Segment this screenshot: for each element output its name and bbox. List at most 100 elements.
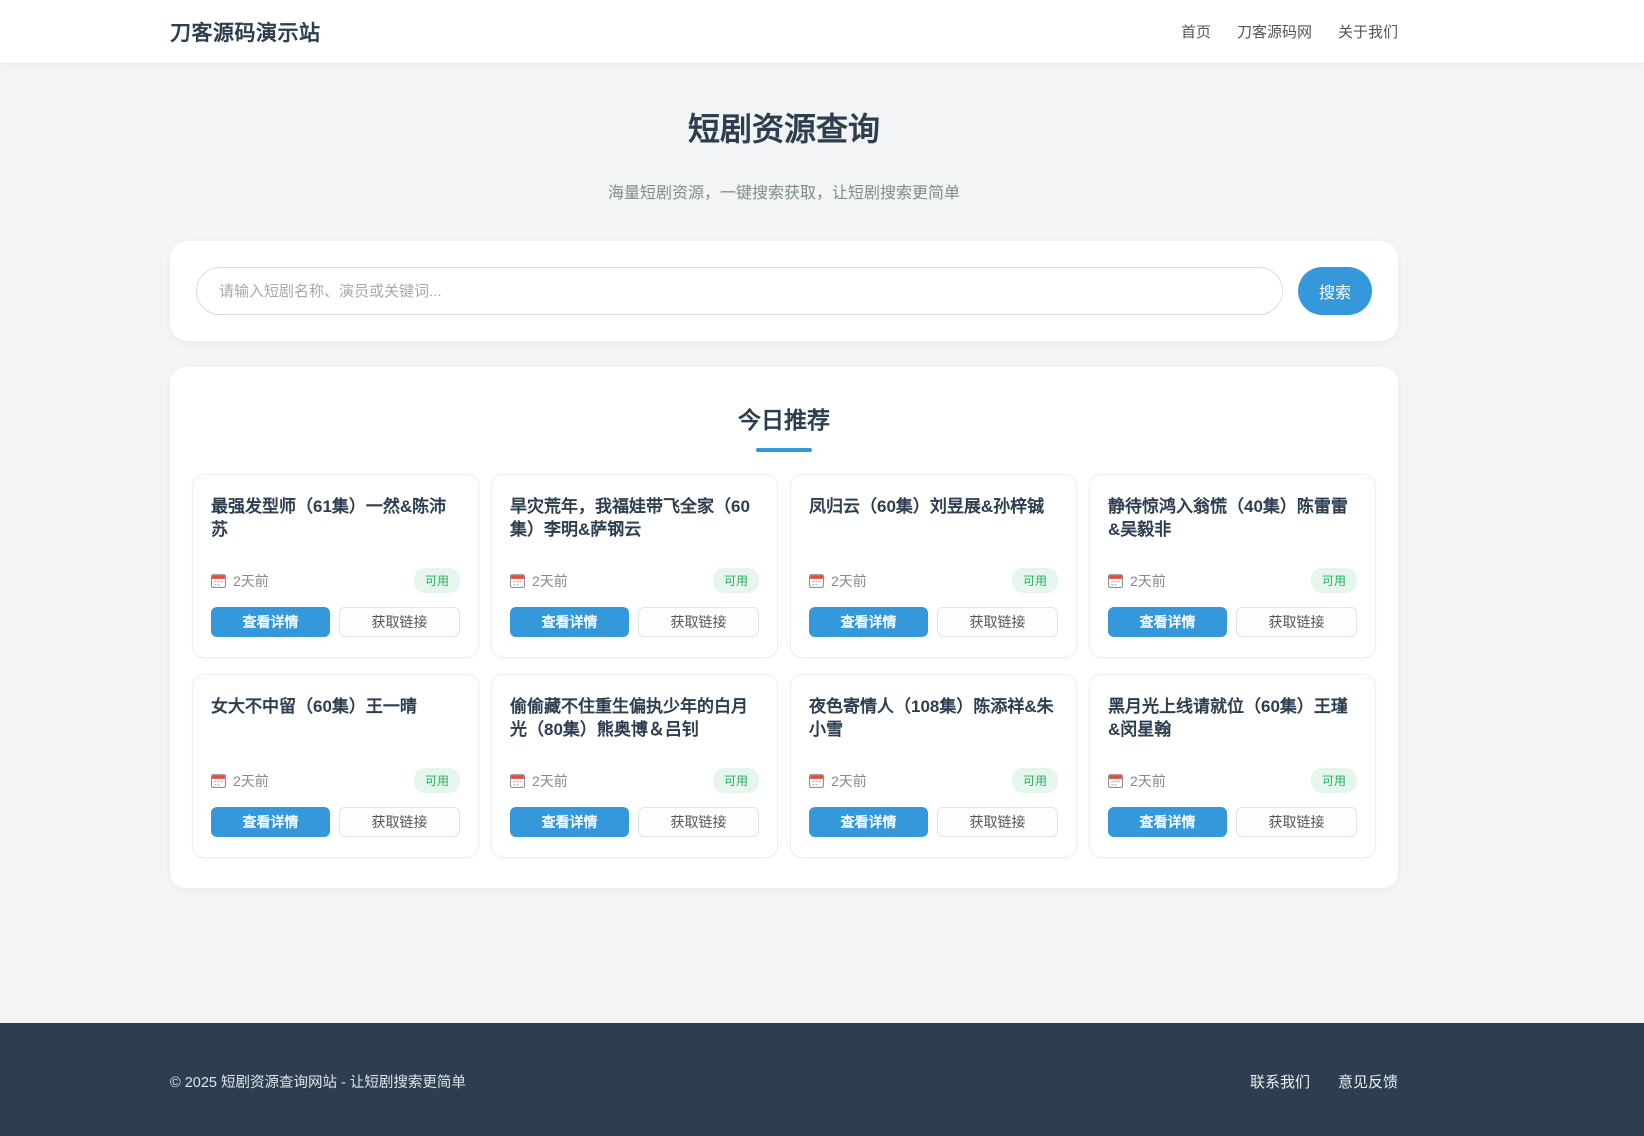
time-label: 2天前: [831, 771, 867, 791]
get-link-button[interactable]: 获取链接: [937, 807, 1058, 837]
drama-title: 最强发型师（61集）一然&陈沛苏: [211, 495, 460, 541]
status-badge: 可用: [1012, 768, 1058, 793]
status-badge: 可用: [1311, 568, 1357, 593]
drama-meta: 2天前 可用: [809, 550, 1058, 593]
time-label: 2天前: [1130, 771, 1166, 791]
page-title: 短剧资源查询: [170, 104, 1398, 150]
time-label: 2天前: [532, 771, 568, 791]
site-header: 刀客源码演示站 首页 刀客源码网 关于我们: [0, 0, 1644, 64]
drama-title: 女大不中留（60集）王一晴: [211, 695, 460, 718]
card-actions: 查看详情 获取链接: [211, 607, 460, 637]
calendar-icon: [510, 573, 525, 588]
time-label: 2天前: [1130, 571, 1166, 591]
drama-title: 旱灾荒年，我福娃带飞全家（60集）李明&萨钢云: [510, 495, 759, 541]
time-label: 2天前: [532, 571, 568, 591]
calendar-icon: [1108, 573, 1123, 588]
drama-card: 静待惊鸿入翁慌（40集）陈雷雷&吴毅非 2天前 可用 查看详情 获取链接: [1089, 474, 1376, 658]
view-detail-button[interactable]: 查看详情: [211, 807, 330, 837]
card-actions: 查看详情 获取链接: [809, 807, 1058, 837]
status-badge: 可用: [1311, 768, 1357, 793]
calendar-icon: [211, 773, 226, 788]
get-link-button[interactable]: 获取链接: [339, 607, 460, 637]
search-button[interactable]: 搜索: [1298, 267, 1372, 315]
drama-title: 偷偷藏不住重生偏执少年的白月光（80集）熊奥博＆吕钊: [510, 695, 759, 741]
time-ago: 2天前: [809, 571, 867, 591]
footer-link-feedback[interactable]: 意见反馈: [1338, 1071, 1398, 1092]
status-badge: 可用: [713, 568, 759, 593]
view-detail-button[interactable]: 查看详情: [1108, 607, 1227, 637]
get-link-button[interactable]: 获取链接: [1236, 607, 1357, 637]
time-label: 2天前: [233, 571, 269, 591]
get-link-button[interactable]: 获取链接: [638, 607, 759, 637]
drama-card: 旱灾荒年，我福娃带飞全家（60集）李明&萨钢云 2天前 可用 查看详情 获取链接: [491, 474, 778, 658]
time-ago: 2天前: [211, 571, 269, 591]
card-actions: 查看详情 获取链接: [211, 807, 460, 837]
time-ago: 2天前: [1108, 571, 1166, 591]
view-detail-button[interactable]: 查看详情: [510, 807, 629, 837]
search-input[interactable]: [196, 267, 1283, 315]
get-link-button[interactable]: 获取链接: [1236, 807, 1357, 837]
card-actions: 查看详情 获取链接: [1108, 607, 1357, 637]
view-detail-button[interactable]: 查看详情: [1108, 807, 1227, 837]
time-ago: 2天前: [1108, 771, 1166, 791]
calendar-icon: [809, 573, 824, 588]
drama-meta: 2天前 可用: [1108, 750, 1357, 793]
search-panel: 搜索: [170, 241, 1398, 341]
nav-about[interactable]: 关于我们: [1338, 21, 1398, 42]
status-badge: 可用: [713, 768, 759, 793]
view-detail-button[interactable]: 查看详情: [809, 607, 928, 637]
page-subtitle: 海量短剧资源，一键搜索获取，让短剧搜索更简单: [170, 179, 1398, 203]
recommend-section: 今日推荐 最强发型师（61集）一然&陈沛苏 2天前 可用 查看详情 获取链接 旱…: [170, 367, 1398, 888]
drama-meta: 2天前 可用: [510, 550, 759, 593]
site-footer: © 2025 短剧资源查询网站 - 让短剧搜索更简单 联系我们 意见反馈: [0, 1023, 1644, 1136]
drama-meta: 2天前 可用: [809, 750, 1058, 793]
card-actions: 查看详情 获取链接: [1108, 807, 1357, 837]
drama-title: 静待惊鸿入翁慌（40集）陈雷雷&吴毅非: [1108, 495, 1357, 541]
card-actions: 查看详情 获取链接: [809, 607, 1058, 637]
drama-card: 女大不中留（60集）王一晴 2天前 可用 查看详情 获取链接: [192, 674, 479, 858]
recommend-heading: 今日推荐: [192, 401, 1376, 435]
drama-meta: 2天前 可用: [1108, 550, 1357, 593]
drama-card: 黑月光上线请就位（60集）王瑾&闵星翰 2天前 可用 查看详情 获取链接: [1089, 674, 1376, 858]
view-detail-button[interactable]: 查看详情: [211, 607, 330, 637]
drama-title: 凤归云（60集）刘昱展&孙梓铖: [809, 495, 1058, 518]
card-actions: 查看详情 获取链接: [510, 807, 759, 837]
footer-links: 联系我们 意见反馈: [1250, 1071, 1398, 1092]
status-badge: 可用: [1012, 568, 1058, 593]
card-actions: 查看详情 获取链接: [510, 607, 759, 637]
main-nav: 首页 刀客源码网 关于我们: [1181, 21, 1398, 42]
drama-grid: 最强发型师（61集）一然&陈沛苏 2天前 可用 查看详情 获取链接 旱灾荒年，我…: [192, 474, 1376, 858]
status-badge: 可用: [414, 768, 460, 793]
time-ago: 2天前: [211, 771, 269, 791]
nav-home[interactable]: 首页: [1181, 21, 1211, 42]
site-logo: 刀客源码演示站: [170, 17, 321, 47]
copyright-text: © 2025 短剧资源查询网站 - 让短剧搜索更简单: [170, 1071, 466, 1092]
drama-card: 夜色寄情人（108集）陈添祥&朱小雪 2天前 可用 查看详情 获取链接: [790, 674, 1077, 858]
drama-title: 黑月光上线请就位（60集）王瑾&闵星翰: [1108, 695, 1357, 741]
get-link-button[interactable]: 获取链接: [937, 607, 1058, 637]
time-ago: 2天前: [510, 771, 568, 791]
drama-meta: 2天前 可用: [510, 750, 759, 793]
time-ago: 2天前: [510, 571, 568, 591]
drama-card: 最强发型师（61集）一然&陈沛苏 2天前 可用 查看详情 获取链接: [192, 474, 479, 658]
nav-daoke-source[interactable]: 刀客源码网: [1237, 21, 1312, 42]
heading-underline: [756, 448, 812, 452]
time-ago: 2天前: [809, 771, 867, 791]
calendar-icon: [510, 773, 525, 788]
time-label: 2天前: [233, 771, 269, 791]
drama-meta: 2天前 可用: [211, 550, 460, 593]
view-detail-button[interactable]: 查看详情: [510, 607, 629, 637]
drama-card: 凤归云（60集）刘昱展&孙梓铖 2天前 可用 查看详情 获取链接: [790, 474, 1077, 658]
status-badge: 可用: [414, 568, 460, 593]
calendar-icon: [809, 773, 824, 788]
drama-title: 夜色寄情人（108集）陈添祥&朱小雪: [809, 695, 1058, 741]
time-label: 2天前: [831, 571, 867, 591]
view-detail-button[interactable]: 查看详情: [809, 807, 928, 837]
drama-card: 偷偷藏不住重生偏执少年的白月光（80集）熊奥博＆吕钊 2天前 可用 查看详情 获…: [491, 674, 778, 858]
get-link-button[interactable]: 获取链接: [638, 807, 759, 837]
drama-meta: 2天前 可用: [211, 750, 460, 793]
calendar-icon: [1108, 773, 1123, 788]
calendar-icon: [211, 573, 226, 588]
footer-link-contact[interactable]: 联系我们: [1250, 1071, 1310, 1092]
get-link-button[interactable]: 获取链接: [339, 807, 460, 837]
